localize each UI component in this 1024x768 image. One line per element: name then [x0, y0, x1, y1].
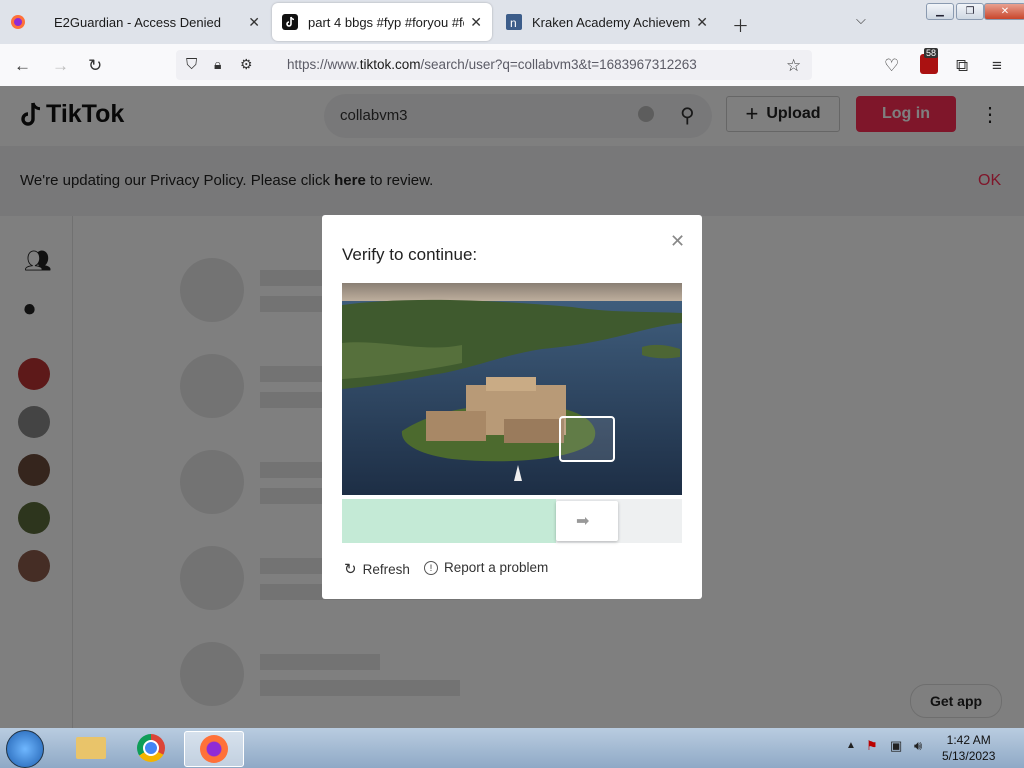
hamburger-menu-icon[interactable]: ≡	[992, 56, 1002, 76]
shield-icon[interactable]: ⛉	[186, 56, 197, 73]
tiktok-icon	[282, 14, 298, 30]
captcha-title: Verify to continue:	[342, 245, 478, 264]
action-center-icon[interactable]: ⚑	[866, 738, 878, 754]
system-clock[interactable]: 1:42 AM 5/13/2023	[942, 732, 995, 764]
volume-icon[interactable]: 🔊︎	[914, 738, 922, 754]
explorer-taskbar-icon[interactable]	[62, 731, 120, 765]
browser-tab-strip: E2Guardian - Access Denied ✕ part 4 bbgs…	[0, 0, 1024, 44]
captcha-modal: Verify to continue: ✕ ➡ ↻ Refresh ! Repo…	[322, 215, 702, 599]
pocket-icon[interactable]: ♡	[884, 56, 899, 76]
tray-expand-icon[interactable]: ▲	[846, 740, 856, 751]
tab-tiktok[interactable]: part 4 bbgs #fyp #foryou #foryo ✕	[272, 3, 492, 41]
reload-icon[interactable]: ↻	[88, 56, 102, 76]
captcha-slider[interactable]: ➡	[342, 499, 682, 543]
slider-handle[interactable]: ➡	[556, 501, 618, 541]
refresh-label: Refresh	[362, 561, 410, 577]
info-icon: !	[424, 560, 438, 575]
close-icon[interactable]: ✕	[670, 231, 685, 252]
network-icon[interactable]: ▣	[890, 738, 902, 754]
svg-text:n: n	[510, 16, 517, 30]
firefox-menu-tab[interactable]	[0, 3, 44, 41]
back-arrow-icon[interactable]: ←	[14, 56, 31, 76]
start-button[interactable]	[6, 730, 44, 768]
browser-nav-bar: ← → ↻ ⛉ 🔒︎ ⚙ https://www.tiktok.com/sear…	[0, 44, 1024, 87]
report-problem-button[interactable]: ! Report a problem	[424, 560, 548, 575]
window-close-button[interactable]: ✕	[984, 3, 1024, 20]
url-bar[interactable]: ⛉ 🔒︎ ⚙ https://www.tiktok.com/search/use…	[176, 50, 812, 80]
puzzle-piece	[559, 416, 615, 462]
ublock-extension-icon[interactable]: 58	[920, 48, 939, 74]
clock-time: 1:42 AM	[946, 733, 991, 747]
close-tab-icon[interactable]: ✕	[696, 14, 708, 31]
arrow-right-icon: ➡	[576, 513, 590, 530]
chevron-down-icon[interactable]: ⌵	[856, 12, 866, 28]
refresh-button[interactable]: ↻ Refresh	[344, 560, 410, 578]
permissions-icon[interactable]: ⚙	[240, 56, 253, 73]
close-tab-icon[interactable]: ✕	[470, 14, 482, 31]
extension-badge: 58	[924, 48, 939, 58]
close-tab-icon[interactable]: ✕	[248, 14, 260, 31]
extensions-puzzle-icon[interactable]: ⧉	[956, 56, 968, 76]
report-label: Report a problem	[444, 560, 549, 575]
minimize-button[interactable]: ▁	[926, 3, 954, 20]
tab-title: part 4 bbgs #fyp #foryou #foryo	[308, 14, 464, 30]
chrome-taskbar-icon[interactable]	[122, 731, 180, 765]
url-text[interactable]: https://www.tiktok.com/search/user?q=col…	[287, 57, 697, 72]
bookmark-star-icon[interactable]: ☆	[786, 56, 801, 76]
maximize-button[interactable]: ❐	[956, 3, 984, 20]
firefox-icon	[11, 15, 25, 29]
tab-title: Kraken Academy Achievements	[532, 14, 691, 30]
firefox-taskbar-icon[interactable]	[184, 731, 244, 767]
tab-kraken[interactable]: n Kraken Academy Achievements ✕	[496, 3, 718, 41]
clock-date: 5/13/2023	[942, 749, 996, 763]
new-tab-icon[interactable]: ＋	[732, 12, 749, 37]
tab-e2guardian[interactable]: E2Guardian - Access Denied ✕	[44, 3, 270, 41]
refresh-icon: ↻	[344, 561, 357, 578]
windows-taskbar: ▲ ⚑ ▣ 🔊︎ 1:42 AM 5/13/2023	[0, 728, 1024, 768]
island-fortress-image	[342, 283, 682, 495]
n-icon: n	[506, 14, 522, 30]
slider-progress-fill	[342, 499, 556, 543]
captcha-puzzle-image	[342, 283, 682, 495]
lock-icon[interactable]: 🔒︎	[214, 56, 221, 73]
tab-title: E2Guardian - Access Denied	[54, 14, 221, 30]
forward-arrow-icon[interactable]: →	[52, 56, 69, 76]
